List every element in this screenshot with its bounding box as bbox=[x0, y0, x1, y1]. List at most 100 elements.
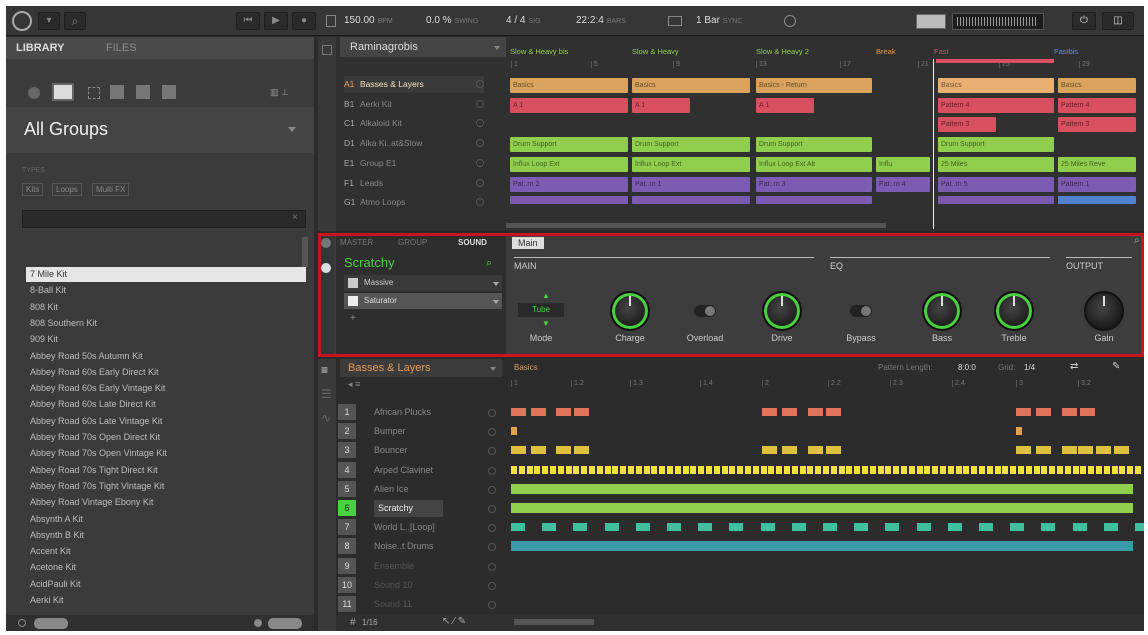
loop-icon[interactable] bbox=[668, 16, 682, 26]
note[interactable] bbox=[1135, 465, 1141, 474]
note[interactable] bbox=[1096, 465, 1102, 474]
note[interactable] bbox=[511, 427, 517, 436]
library-item[interactable]: 808 Kit bbox=[26, 300, 306, 315]
clip[interactable]: Pattern 3 bbox=[938, 117, 996, 133]
scene-5[interactable]: Fastbis bbox=[1054, 47, 1140, 56]
note[interactable] bbox=[1016, 427, 1022, 436]
arranger-scrollbar[interactable] bbox=[506, 223, 886, 228]
sound-number[interactable]: 7 bbox=[338, 519, 356, 536]
note[interactable] bbox=[885, 523, 900, 532]
note[interactable] bbox=[581, 465, 588, 474]
metronome-icon[interactable] bbox=[326, 15, 336, 27]
sound-name[interactable]: Bumper bbox=[374, 423, 406, 440]
note[interactable] bbox=[573, 523, 588, 532]
sound-number[interactable]: 6 bbox=[338, 500, 356, 516]
mute-icon[interactable]: ◂ ≡ bbox=[348, 379, 360, 390]
note[interactable] bbox=[682, 465, 689, 474]
user-filter-icon[interactable]: ▥ ⊥ bbox=[270, 87, 296, 99]
group-row[interactable]: F1 Leads bbox=[344, 175, 484, 192]
library-item[interactable]: Accent Kit bbox=[26, 544, 306, 559]
note[interactable] bbox=[1041, 465, 1048, 474]
note[interactable] bbox=[573, 465, 580, 474]
note[interactable] bbox=[604, 465, 611, 474]
note[interactable] bbox=[574, 446, 589, 455]
note[interactable] bbox=[635, 523, 650, 532]
note[interactable] bbox=[643, 465, 650, 474]
automation-icon[interactable]: ∿ bbox=[321, 411, 331, 425]
note[interactable] bbox=[1041, 523, 1056, 532]
note[interactable] bbox=[635, 465, 642, 474]
keyboard-filter-icon[interactable] bbox=[110, 85, 124, 99]
search-input[interactable] bbox=[22, 210, 306, 228]
note[interactable] bbox=[762, 446, 777, 455]
sound-number[interactable]: 9 bbox=[338, 557, 356, 574]
clip[interactable]: Influx Loop Ext bbox=[632, 156, 750, 172]
note[interactable] bbox=[854, 465, 861, 474]
group-row[interactable]: C1 Alkaloid Kit bbox=[344, 115, 484, 132]
note[interactable] bbox=[1062, 446, 1077, 455]
note[interactable] bbox=[1062, 408, 1077, 416]
library-item[interactable]: Abbey Road 70s Tight Direct Kit bbox=[26, 463, 306, 478]
note[interactable] bbox=[823, 465, 829, 474]
sound-row[interactable]: 9 Ensemble bbox=[338, 557, 500, 575]
chevron-down-icon[interactable] bbox=[494, 46, 500, 50]
clip[interactable]: A 1 bbox=[632, 97, 690, 113]
note[interactable] bbox=[1080, 408, 1095, 416]
project-name[interactable]: Raminagrobis bbox=[350, 41, 418, 53]
library-item[interactable]: Aerki Kit bbox=[26, 593, 306, 608]
note[interactable] bbox=[1010, 465, 1017, 474]
note[interactable] bbox=[557, 465, 564, 474]
clip[interactable]: Influx Loop Ext bbox=[510, 156, 628, 172]
note[interactable] bbox=[826, 446, 841, 455]
note[interactable] bbox=[737, 465, 744, 474]
library-item[interactable]: Abbey Road 70s Open Direct Kit bbox=[26, 430, 306, 445]
note[interactable] bbox=[963, 465, 970, 474]
clip[interactable]: Pattern 4 bbox=[1058, 97, 1136, 113]
sample-filter-icon[interactable] bbox=[28, 87, 40, 99]
note[interactable] bbox=[589, 465, 595, 474]
note[interactable] bbox=[713, 465, 720, 474]
chevron-down-icon[interactable] bbox=[288, 127, 296, 132]
note[interactable] bbox=[574, 408, 589, 416]
clip[interactable]: Influ bbox=[876, 156, 930, 172]
note[interactable] bbox=[667, 523, 681, 532]
group-row[interactable]: A1 Basses & Layers bbox=[344, 76, 484, 93]
pattern-name[interactable]: Basics bbox=[514, 363, 538, 372]
note[interactable] bbox=[1002, 465, 1009, 474]
search-icon[interactable]: ⌕ bbox=[64, 12, 86, 30]
zoom-icon[interactable]: ⇄ bbox=[1070, 361, 1078, 372]
select-tool-icon[interactable]: ↖ ⁄ ✎ bbox=[442, 616, 466, 627]
clip[interactable]: Drum Support bbox=[938, 137, 1054, 153]
note[interactable] bbox=[674, 465, 681, 474]
note[interactable] bbox=[1103, 465, 1110, 474]
note[interactable] bbox=[1072, 523, 1087, 532]
note[interactable] bbox=[1064, 465, 1071, 474]
note[interactable] bbox=[511, 523, 525, 532]
clip[interactable]: Pat..rn 4 bbox=[876, 176, 930, 192]
tempo-display[interactable]: 150.00 BPM bbox=[344, 11, 393, 31]
pattern-scrollbar[interactable] bbox=[514, 619, 594, 625]
clip[interactable]: 25 Miles Reve bbox=[1058, 156, 1136, 172]
scene-4[interactable]: Fast bbox=[934, 47, 1052, 56]
note[interactable] bbox=[721, 465, 728, 474]
clip[interactable]: Pat..rn 1 bbox=[632, 176, 750, 192]
note[interactable] bbox=[1018, 465, 1024, 474]
sound-name[interactable]: Arped Clavinet bbox=[374, 462, 433, 479]
signature-display[interactable]: 4 / 4 SIG bbox=[506, 11, 541, 31]
note[interactable] bbox=[556, 446, 571, 455]
clip[interactable]: Drum Support bbox=[632, 137, 750, 153]
sound-mute-icon[interactable] bbox=[488, 601, 496, 609]
note[interactable] bbox=[511, 408, 526, 416]
sound-mute-icon[interactable] bbox=[488, 466, 496, 475]
sound-row[interactable]: 8 Noise..t Drums bbox=[338, 538, 500, 555]
scene-3[interactable]: Break bbox=[876, 47, 932, 56]
note[interactable] bbox=[862, 465, 868, 474]
sound-name[interactable]: Noise..t Drums bbox=[374, 538, 434, 555]
note[interactable] bbox=[526, 465, 533, 474]
note[interactable] bbox=[979, 523, 993, 532]
note[interactable] bbox=[901, 465, 907, 474]
clip[interactable] bbox=[1058, 196, 1136, 205]
note[interactable] bbox=[752, 465, 759, 474]
clip[interactable]: Basics bbox=[632, 78, 750, 93]
grid-filter-icon[interactable] bbox=[88, 87, 100, 99]
